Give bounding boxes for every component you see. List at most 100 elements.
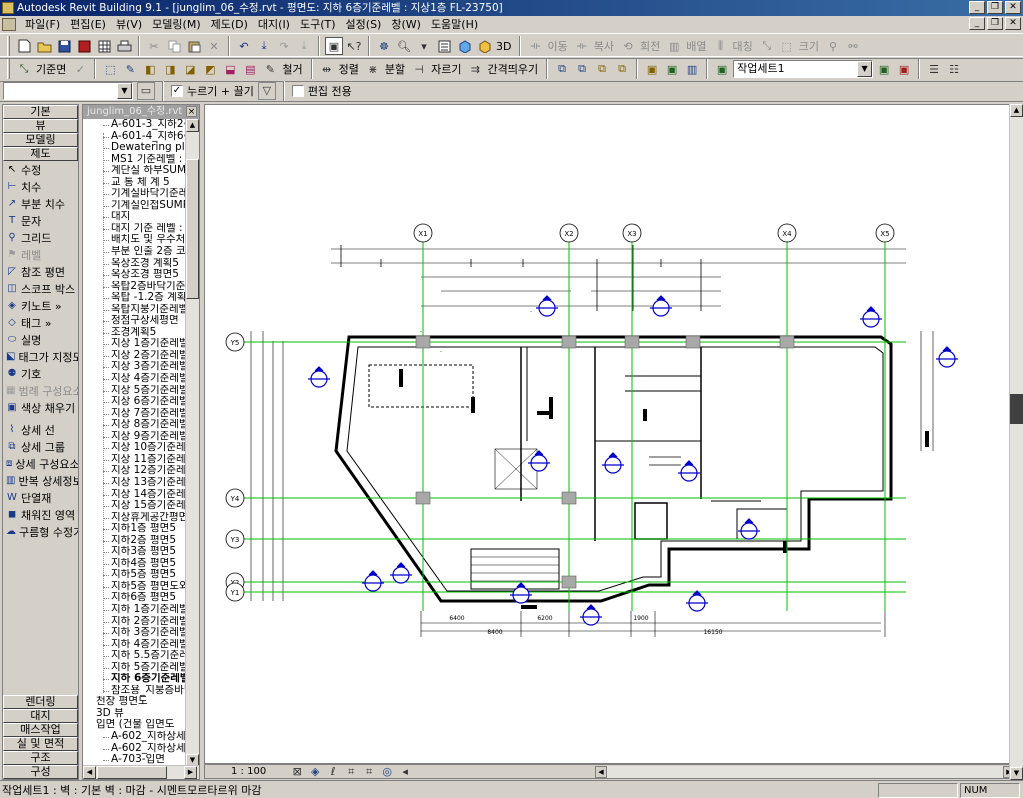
design-tab-bottom-4[interactable]: 구조 bbox=[3, 751, 78, 765]
browser-item[interactable]: 대지 bbox=[83, 211, 185, 223]
design-tool-13[interactable]: ▦ 범례 구성요소 bbox=[3, 382, 78, 399]
browser-item[interactable]: 지상 8층기준레벨 bbox=[83, 419, 185, 431]
reveal-hidden-icon[interactable]: ◂ bbox=[396, 763, 414, 781]
model-graphics-icon[interactable]: ◈ bbox=[306, 763, 324, 781]
design-tool-11[interactable]: ⬕ 태그가 지정도 bbox=[3, 348, 78, 365]
array-label[interactable]: 배열 bbox=[685, 38, 709, 54]
floor-plan-canvas[interactable]: X1X2X3X4X5Y5Y4Y3Y2Y1 6400840062001900161… bbox=[205, 105, 1015, 763]
cut-icon[interactable]: ✂ bbox=[145, 37, 163, 55]
browser-item[interactable]: 조경계획5 bbox=[83, 327, 185, 339]
wall-joins-icon[interactable]: ⬓ bbox=[221, 60, 239, 78]
browser-item[interactable]: 지하2층 평면5 bbox=[83, 535, 185, 547]
browser-item[interactable]: 부분 인출 2층 코 bbox=[83, 246, 185, 258]
grid-bubble-label[interactable]: X1 bbox=[418, 230, 427, 238]
scroll-down-icon[interactable]: ▼ bbox=[1010, 767, 1023, 780]
view-scale[interactable]: 1 : 100 bbox=[231, 766, 266, 777]
3d-view-icon[interactable] bbox=[475, 37, 493, 55]
column[interactable] bbox=[779, 335, 795, 349]
crop-view-icon[interactable]: ⌗ bbox=[342, 763, 360, 781]
unjoin-icon[interactable]: ◨ bbox=[161, 60, 179, 78]
divide-icon[interactable]: ⋇ bbox=[364, 60, 382, 78]
delete-icon[interactable]: ✕ bbox=[205, 37, 223, 55]
array-icon[interactable]: ▥ bbox=[665, 37, 683, 55]
design-tool-19[interactable]: W 단열재 bbox=[3, 489, 78, 506]
column[interactable] bbox=[561, 575, 577, 589]
design-option-icon[interactable]: ▣ bbox=[643, 60, 661, 78]
browser-item[interactable]: 지상 3층기준레벨 bbox=[83, 361, 185, 373]
browser-item[interactable]: 옥탑 -1.2층 계획 bbox=[83, 292, 185, 304]
browser-item[interactable]: A-602_지하상세 bbox=[83, 743, 185, 755]
column[interactable] bbox=[624, 335, 640, 349]
align-right-icon[interactable]: ☷ bbox=[945, 60, 963, 78]
join-geometry-icon[interactable]: ◧ bbox=[141, 60, 159, 78]
section-marker-arrow[interactable] bbox=[744, 518, 754, 524]
browser-item[interactable]: A-703-입면 bbox=[83, 754, 185, 766]
design-tab-bottom-3[interactable]: 실 및 면적 bbox=[3, 737, 78, 751]
offset-label[interactable]: 간격띄우기 bbox=[487, 61, 542, 77]
browser-hscroll-thumb[interactable] bbox=[97, 766, 167, 779]
browser-item[interactable]: 지하 6층기준레벨 bbox=[83, 673, 185, 685]
browser-item[interactable]: 계단실 하부SUMP bbox=[83, 165, 185, 177]
design-tab-0[interactable]: 기본 bbox=[3, 105, 78, 119]
grid-bubble-label[interactable]: Y3 bbox=[230, 536, 240, 544]
close-icon[interactable]: × bbox=[186, 106, 197, 117]
section-marker-arrow[interactable] bbox=[942, 346, 952, 352]
design-tab-bottom-5[interactable]: 구성 bbox=[3, 765, 78, 779]
close-button[interactable]: ✕ bbox=[1005, 1, 1021, 14]
menu-modelling[interactable]: 모델링(M) bbox=[147, 16, 205, 33]
grid-layout-icon[interactable] bbox=[95, 37, 113, 55]
design-tool-5[interactable]: ⚑ 레벨 bbox=[3, 246, 78, 263]
linework-icon[interactable]: ⬚ bbox=[101, 60, 119, 78]
detail-level-icon[interactable]: ⊠ bbox=[288, 763, 306, 781]
demolish-icon[interactable]: ▤ bbox=[241, 60, 259, 78]
rotate-label[interactable]: 회전 bbox=[639, 38, 663, 54]
doc-close-button[interactable]: ✕ bbox=[1005, 17, 1021, 30]
properties-icon[interactable] bbox=[435, 37, 453, 55]
move-icon[interactable]: ⟛ bbox=[526, 37, 544, 55]
move-label[interactable]: 이동 bbox=[546, 38, 570, 54]
redo-list-icon[interactable]: ⤓ bbox=[295, 37, 313, 55]
column[interactable] bbox=[685, 335, 701, 349]
browser-horizontal-scrollbar[interactable]: ◀ ▶ bbox=[83, 765, 199, 779]
design-tool-20[interactable]: ◼ 채워진 영역 bbox=[3, 506, 78, 523]
design-tab-bottom-1[interactable]: 대지 bbox=[3, 709, 78, 723]
chevron-down-icon[interactable]: ▼ bbox=[857, 61, 873, 77]
offset-icon[interactable]: ⇉ bbox=[467, 60, 485, 78]
design-tool-15[interactable]: ⌇ 상세 선 bbox=[3, 421, 78, 438]
section-marker-arrow[interactable] bbox=[534, 450, 544, 456]
browser-item[interactable]: 지상 15층기준레벨 bbox=[83, 500, 185, 512]
grid-bubble-label[interactable]: X3 bbox=[627, 230, 636, 238]
column[interactable] bbox=[415, 491, 431, 505]
browser-item[interactable]: 지상 5층기준레벨 bbox=[83, 385, 185, 397]
browser-item[interactable]: 지상 7층기준레벨 bbox=[83, 408, 185, 420]
design-tool-21[interactable]: ☁ 구름형 수정기 bbox=[3, 523, 78, 540]
check-icon[interactable]: ✓ bbox=[71, 60, 89, 78]
scroll-left-icon[interactable]: ◀ bbox=[83, 766, 96, 779]
revit-app-icon[interactable] bbox=[2, 2, 14, 14]
design-tool-0[interactable]: ↖ 수정 bbox=[3, 161, 78, 178]
dimension-text[interactable]: 6200 bbox=[537, 615, 552, 622]
browser-item[interactable]: 기계실인접SUMP bbox=[83, 200, 185, 212]
worksets-icon[interactable]: ▣ bbox=[713, 60, 731, 78]
menu-window[interactable]: 창(W) bbox=[386, 16, 426, 33]
browser-item[interactable]: 정점구상세평면 bbox=[83, 315, 185, 327]
view-vertical-scrollbar[interactable]: ▲ ▼ bbox=[1009, 104, 1023, 780]
minimize-button[interactable]: _ bbox=[969, 1, 985, 14]
align-left-icon[interactable]: ☰ bbox=[925, 60, 943, 78]
design-tab-3[interactable]: 제도 bbox=[3, 147, 78, 161]
section-marker-arrow[interactable] bbox=[684, 460, 694, 466]
browser-item[interactable]: 지하 2층기준레벨 bbox=[83, 616, 185, 628]
group-icon[interactable]: ⬚ bbox=[778, 37, 796, 55]
workset-settings-icon[interactable]: ▣ bbox=[875, 60, 893, 78]
divide-label[interactable]: 분할 bbox=[384, 61, 408, 77]
browser-tree[interactable]: A-601-3_지하2층A-601-4_지하6층Dewatering planM… bbox=[83, 119, 185, 767]
browser-item[interactable]: 옥상조경 평면5 bbox=[83, 269, 185, 281]
column[interactable] bbox=[561, 335, 577, 349]
browser-item[interactable]: 옥탑2층바닥기준레 bbox=[83, 281, 185, 293]
design-tool-1[interactable]: ⊢ 치수 bbox=[3, 178, 78, 195]
browser-item[interactable]: 지상 13층기준레벨 bbox=[83, 477, 185, 489]
copy-element-icon[interactable]: ⟛ bbox=[573, 37, 591, 55]
grid-bubble-label[interactable]: Y1 bbox=[230, 589, 240, 597]
browser-item[interactable]: 옥탑지붕기준레벨 bbox=[83, 304, 185, 316]
dimension-text[interactable]: 16150 bbox=[703, 629, 722, 636]
